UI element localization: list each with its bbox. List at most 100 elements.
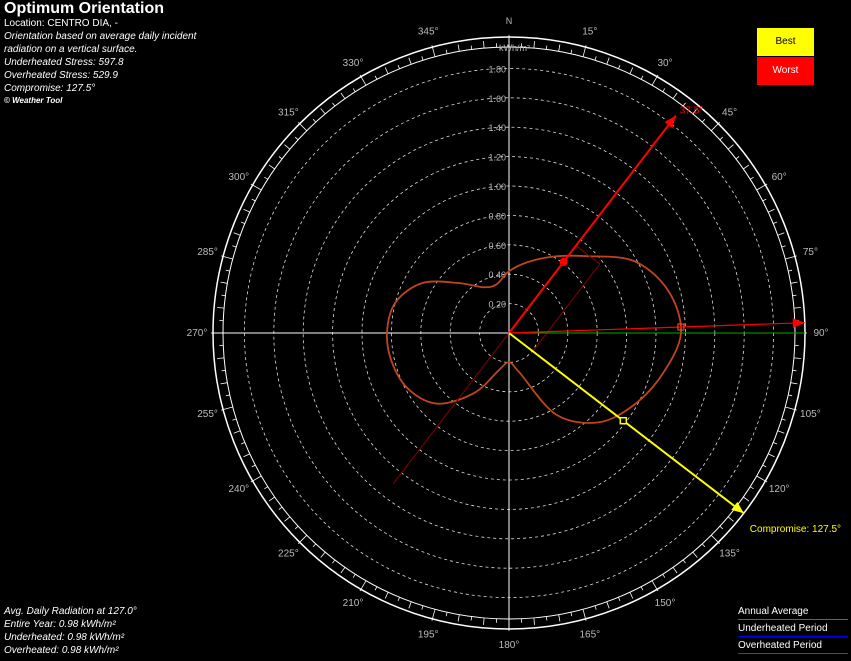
degree-tick [749, 486, 754, 490]
degree-tick [298, 122, 308, 132]
north-label: N [506, 16, 513, 26]
degree-tick [240, 221, 245, 224]
degree-tick [278, 156, 283, 160]
degree-tick [340, 92, 346, 99]
degree-tick [320, 551, 326, 558]
degree-tick [777, 430, 785, 434]
degree-tick [793, 307, 801, 309]
overheated-value: Overheated: 0.98 kWh/m² [4, 645, 119, 656]
compromise-label: Compromise: 127.5° [750, 524, 841, 535]
description-line-2: radiation on a vertical surface. [4, 44, 138, 55]
degree-tick [762, 464, 767, 468]
angle-label: 330° [343, 58, 364, 69]
angle-label: 30° [657, 58, 672, 69]
radial-tick-label: 1.00 [488, 182, 506, 192]
degree-tick [408, 601, 412, 609]
degree-tick [384, 592, 389, 599]
degree-tick [533, 41, 535, 49]
degree-tick [397, 64, 400, 69]
angle-label: 285° [197, 247, 218, 258]
radial-unit-label: kWh/m² [499, 43, 530, 53]
location-text: Location: CENTRO DIA, - [4, 18, 118, 29]
degree-tick [445, 49, 448, 54]
angle-label: 255° [197, 409, 218, 420]
compromise-text: Compromise: 127.5° [4, 83, 96, 94]
degree-tick [233, 430, 241, 434]
angle-label: 225° [278, 549, 299, 560]
angle-label: 90° [813, 328, 828, 339]
degree-tick [545, 45, 548, 50]
best-orientation-label: 37.5° [680, 106, 703, 117]
degree-tick [374, 75, 378, 80]
angle-label: 210° [343, 598, 364, 609]
underheated-stress: Underheated Stress: 597.8 [4, 57, 124, 68]
degree-tick [570, 612, 573, 617]
degree-tick [240, 442, 245, 445]
angle-label: 60° [772, 172, 787, 183]
info-panel: Optimum Orientation Location: CENTRO DIA… [4, 0, 304, 106]
degree-tick [792, 369, 797, 372]
degree-tick [672, 567, 678, 574]
description-line-1: Orientation based on average daily incid… [4, 31, 197, 42]
angle-label: 315° [278, 107, 299, 118]
degree-tick [384, 67, 389, 74]
degree-tick [221, 369, 226, 372]
radial-labels: 0.20 0.40 0.60 0.80 1.00 1.20 1.40 1.60 1.80 [488, 64, 506, 309]
degree-tick [233, 232, 241, 236]
degree-tick [483, 617, 485, 625]
legend-underheated-period[interactable]: Underheated Period [738, 623, 848, 637]
degree-tick [710, 534, 720, 544]
best-button[interactable]: Best [757, 28, 814, 56]
radial-tick-label: 1.60 [488, 94, 506, 104]
entire-year-value: Entire Year: 0.98 kWh/m² [4, 619, 116, 630]
degree-tick [606, 601, 610, 609]
radial-tick-label: 1.40 [488, 123, 506, 133]
degree-tick [533, 617, 535, 625]
degree-tick [768, 208, 775, 213]
degree-tick [457, 614, 460, 622]
degree-tick [217, 307, 225, 309]
degree-tick [243, 208, 250, 213]
degree-tick [320, 108, 326, 115]
radial-tick-label: 1.20 [488, 153, 506, 163]
degree-tick [457, 44, 460, 52]
degree-tick [225, 269, 230, 272]
degree-tick [220, 281, 228, 284]
degree-tick [545, 616, 548, 621]
chart-marks [386, 114, 805, 514]
degree-tick [332, 102, 336, 107]
legend-annual-average[interactable]: Annual Average [738, 606, 848, 620]
degree-tick [773, 221, 778, 224]
degree-tick [397, 597, 400, 602]
degree-tick [251, 198, 256, 202]
best-orientation-arrow [508, 114, 677, 334]
degree-tick [773, 442, 778, 445]
degree-tick [483, 41, 485, 49]
degree-tick [250, 475, 262, 483]
angle-label: 300° [228, 172, 249, 183]
degree-tick [640, 75, 644, 80]
degree-tick [558, 44, 561, 52]
degree-tick [719, 136, 724, 141]
degree-tick [359, 74, 367, 86]
page-title: Optimum Orientation [4, 0, 164, 17]
degree-tick [352, 573, 356, 578]
degree-tick [374, 586, 378, 591]
angle-label: 105° [800, 409, 821, 420]
legend-overheated-period[interactable]: Overheated Period [738, 640, 848, 654]
degree-tick [470, 45, 473, 50]
underheated-value: Underheated: 0.98 kWh/m² [4, 632, 125, 643]
degree-tick [312, 118, 317, 123]
degree-tick [470, 616, 473, 621]
copyright-text: © Weather Tool [4, 96, 63, 105]
compromise-marker [619, 416, 628, 425]
angle-label: 45° [722, 107, 737, 118]
degree-tick [735, 156, 740, 160]
degree-tick [640, 586, 644, 591]
radial-tick-label: 0.60 [488, 241, 506, 251]
radial-tick-label: 0.20 [488, 300, 506, 310]
angle-label: 195° [418, 629, 439, 640]
degree-tick [629, 67, 634, 74]
worst-button[interactable]: Worst [757, 57, 814, 85]
overheated-arrow-head [792, 318, 805, 329]
